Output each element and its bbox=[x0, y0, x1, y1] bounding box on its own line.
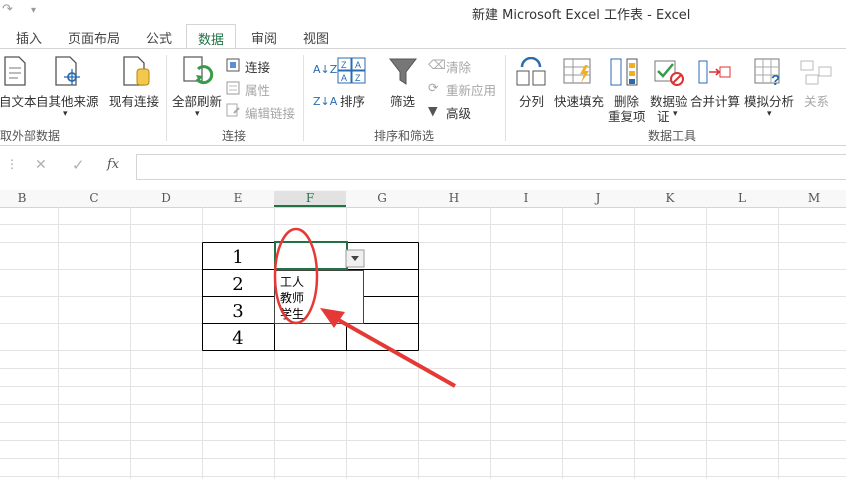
annotation-overlay bbox=[273, 227, 456, 388]
arrow-head-icon bbox=[320, 308, 345, 328]
annotation-arrow bbox=[334, 316, 456, 388]
highlight-ellipse bbox=[273, 227, 319, 325]
